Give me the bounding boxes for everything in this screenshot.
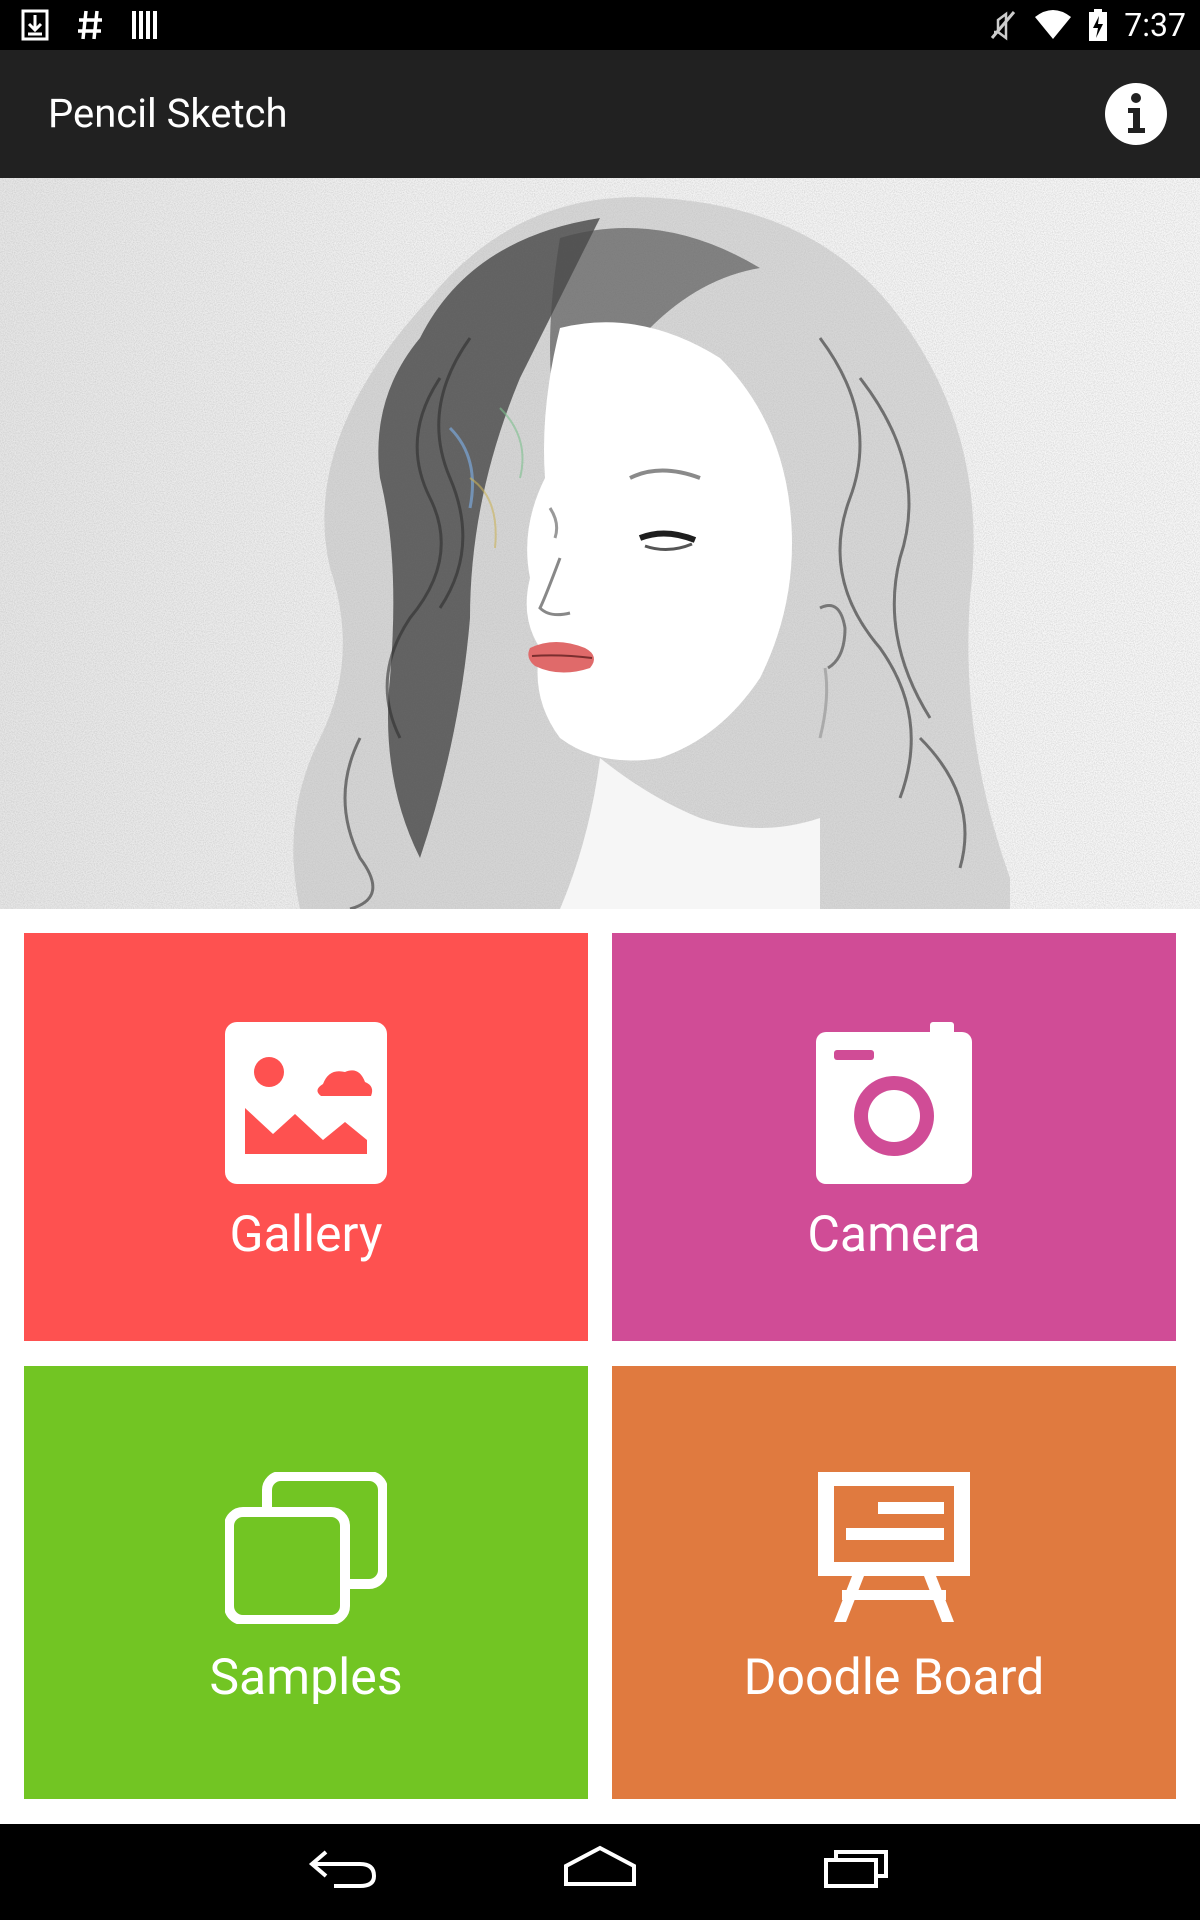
stacked-cards-icon (225, 1472, 387, 1624)
status-left-icons (20, 0, 160, 50)
home-icon (564, 1845, 636, 1886)
status-right-icons: 7:37 (988, 0, 1186, 50)
mute-icon (988, 8, 1018, 42)
navigation-bar (0, 1824, 1200, 1920)
download-icon (20, 8, 50, 42)
hero-image (0, 178, 1200, 909)
recents-icon (824, 1850, 888, 1888)
easel-icon (816, 1472, 972, 1624)
gallery-tile[interactable]: Gallery (24, 933, 588, 1341)
doodle-board-label: Doodle Board (743, 1649, 1045, 1707)
recents-button[interactable] (812, 1842, 902, 1902)
pencil-sketch-portrait (0, 178, 1200, 909)
camera-icon (814, 1022, 974, 1184)
home-button[interactable] (555, 1842, 645, 1902)
app-title: Pencil Sketch (48, 90, 288, 137)
image-icon (225, 1022, 387, 1184)
status-time: 7:37 (1124, 6, 1186, 44)
info-icon (1105, 83, 1167, 145)
gallery-label: Gallery (229, 1206, 383, 1264)
samples-tile[interactable]: Samples (24, 1366, 588, 1799)
back-button[interactable] (298, 1842, 388, 1902)
camera-label: Camera (807, 1206, 981, 1264)
status-bar: 7:37 (0, 0, 1200, 50)
wifi-icon (1034, 9, 1072, 41)
doodle-board-tile[interactable]: Doodle Board (612, 1366, 1176, 1799)
hash-icon (76, 8, 104, 42)
camera-tile[interactable]: Camera (612, 933, 1176, 1341)
barcode-icon (130, 9, 160, 41)
samples-label: Samples (209, 1649, 403, 1707)
battery-charging-icon (1088, 8, 1108, 42)
app-bar: Pencil Sketch (0, 50, 1200, 178)
back-icon (308, 1850, 377, 1888)
info-button[interactable] (1104, 82, 1168, 146)
